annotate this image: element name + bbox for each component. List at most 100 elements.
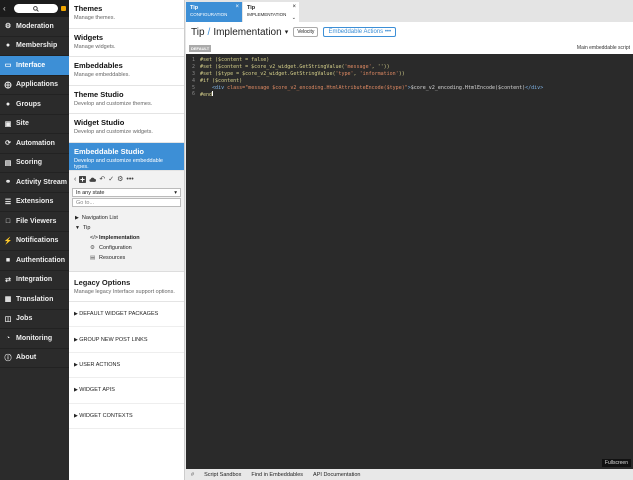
nav-item-interface[interactable]: ▭ Interface xyxy=(0,56,69,76)
line-number: 5 xyxy=(191,84,195,91)
breadcrumb-tip[interactable]: Tip xyxy=(191,27,205,38)
menu-item-title: Widgets xyxy=(74,32,104,42)
nav-item-label: Applications xyxy=(16,81,59,89)
chevron-down-icon: ▾ xyxy=(174,189,177,196)
tree-item-resources[interactable]: ▤ Resources xyxy=(72,253,181,263)
tab-tip-configuration[interactable]: Tip CONFIGURATION × xyxy=(186,2,242,22)
nav-item-label: File Viewers xyxy=(16,217,57,225)
section-label: WIDGET APIS xyxy=(79,387,115,394)
code-line: 3 #set ($type = $core_v2_widget.GetStrin… xyxy=(186,71,633,78)
section-group-new-post-links[interactable]: ▶ GROUP NEW POST LINKS xyxy=(69,327,184,353)
check-icon[interactable]: ✓ xyxy=(108,175,114,183)
code-token: 'type' xyxy=(335,70,354,77)
api-documentation-tab[interactable]: API Documentation xyxy=(308,469,365,480)
nav-item-notifications[interactable]: ⚡ Notifications xyxy=(0,232,69,251)
automation-icon: ⟳ xyxy=(5,140,11,148)
code-line: 2 #set ($content = $core_v2_widget.GetSt… xyxy=(186,64,633,71)
nav-item-jobs[interactable]: ◫ Jobs xyxy=(0,310,69,329)
section-widget-apis[interactable]: ▶ WIDGET APIS xyxy=(69,378,184,404)
settings-gear-icon[interactable]: ⚙ xyxy=(117,175,123,183)
section-widget-contexts[interactable]: ▶ WIDGET CONTEXTS xyxy=(69,404,184,429)
script-sandbox-tab[interactable]: Script Sandbox xyxy=(199,469,246,480)
nav-item-automation[interactable]: ⟳ Automation xyxy=(0,134,69,154)
legacy-options[interactable]: Legacy Options Manage legacy Interface s… xyxy=(69,272,184,302)
menu-item-desc: Manage widgets. xyxy=(74,43,116,50)
menu-item-theme-studio[interactable]: Theme Studio Develop and customize themes… xyxy=(69,86,184,114)
chevron-down-icon[interactable]: ⌄ xyxy=(292,15,296,21)
code-line: 6 #end xyxy=(186,90,633,98)
interface-panel: Themes Manage themes. Widgets Manage widget… xyxy=(69,0,185,480)
nav-item-integration[interactable]: ⇄ Integration xyxy=(0,271,69,290)
nav-item-groups[interactable]: ● Groups xyxy=(0,95,69,115)
notification-badge[interactable] xyxy=(61,6,66,11)
nav-item-authentication[interactable]: ■ Authentication xyxy=(0,251,69,271)
menu-item-embeddable-studio[interactable]: Embeddable Studio Develop and customize e… xyxy=(69,142,184,171)
tree-item-tip[interactable]: ▼ Tip xyxy=(72,223,181,233)
tab-tip-implementation[interactable]: Tip IMPLEMENTATION × ⌄ xyxy=(243,2,299,22)
tab-title: Tip xyxy=(190,5,199,11)
language-button[interactable]: Velocity xyxy=(293,27,319,37)
site-icon: ▣ xyxy=(4,120,12,128)
menu-item-themes[interactable]: Themes Manage themes. xyxy=(69,0,184,29)
legacy-sections: ▶ DEFAULT WIDGET PACKAGES ▶ GROUP NEW POS… xyxy=(69,302,184,429)
admin-nav: ‹ ⚙ Moderation ● Membership ▭ Interface ⨁ Appli… xyxy=(0,0,69,480)
menu-item-embeddables[interactable]: Embeddables Manage embeddables. xyxy=(69,57,184,86)
nav-item-extensions[interactable]: ☰ Extensions xyxy=(0,193,69,212)
caret-right-icon: ▶ xyxy=(75,215,79,221)
code-editor[interactable]: 1 #set ($content = false) 2 #set ($conte… xyxy=(186,54,633,460)
nav-item-activity-stream[interactable]: ⚭ Activity Stream xyxy=(0,173,69,193)
nav-item-scoring[interactable]: ▤ Scoring xyxy=(0,154,69,173)
tree-item-configuration[interactable]: ⚙ Configuration xyxy=(72,243,181,253)
nav-item-moderation[interactable]: ⚙ Moderation xyxy=(0,17,69,37)
code-token: "message $core_v2_encoding.HtmlAttribute… xyxy=(245,84,408,91)
add-icon[interactable] xyxy=(79,175,87,183)
code-line: 1 #set ($content = false) xyxy=(186,57,633,64)
menu-item-title: Embeddable Studio xyxy=(74,146,145,156)
code-line: 4 #if ($content) xyxy=(186,77,633,84)
close-icon[interactable]: × xyxy=(235,4,239,10)
nav-item-monitoring[interactable]: ◔ Monitoring xyxy=(0,329,69,349)
menu-item-widget-studio[interactable]: Widget Studio Develop and customize widge… xyxy=(69,114,184,143)
translation-icon: ▦ xyxy=(4,296,12,304)
menu-item-desc: Manage themes. xyxy=(74,15,115,21)
line-number: 3 xyxy=(191,70,195,77)
code-icon: </> xyxy=(90,235,98,241)
nav-item-file-viewers[interactable]: □ File Viewers xyxy=(0,212,69,232)
nav-item-applications[interactable]: ⨁ Applications xyxy=(0,76,69,95)
breadcrumb-implementation[interactable]: Implementation xyxy=(213,27,281,38)
section-label: WIDGET CONTEXTS xyxy=(79,412,133,419)
nav-item-label: Jobs xyxy=(16,315,33,323)
nav-item-membership[interactable]: ● Membership xyxy=(0,37,69,56)
bottom-hash[interactable]: # xyxy=(186,469,199,480)
nav-item-about[interactable]: ⓘ About xyxy=(0,349,69,368)
line-number: 6 xyxy=(191,91,195,98)
caret-down-icon: ▼ xyxy=(75,225,80,231)
back-icon[interactable]: ‹ xyxy=(74,176,76,183)
collapse-icon[interactable]: ‹ xyxy=(3,4,11,13)
search-button[interactable] xyxy=(14,4,58,13)
code-token: 'message' xyxy=(344,64,372,71)
chevron-down-icon[interactable]: ▾ xyxy=(285,28,289,36)
fullscreen-button[interactable]: Fullscreen xyxy=(601,459,631,467)
section-default-widget-packages[interactable]: ▶ DEFAULT WIDGET PACKAGES xyxy=(69,302,184,328)
code-token: #if ($content) xyxy=(200,77,243,84)
tree-item-navigation-list[interactable]: ▶ Navigation List xyxy=(72,213,181,223)
tree-item-implementation[interactable]: </> Implementation xyxy=(72,233,181,243)
embeddable-actions-button[interactable]: Embeddable Actions ••• xyxy=(323,27,397,37)
tree-label: Navigation List xyxy=(81,215,118,221)
tab-title: Tip xyxy=(247,5,256,11)
find-in-embeddables-tab[interactable]: Find in Embeddables xyxy=(246,469,308,480)
undo-icon[interactable]: ↶ xyxy=(99,175,105,183)
upload-cloud-icon[interactable] xyxy=(89,176,97,183)
goto-input[interactable]: Go to... xyxy=(72,198,181,207)
nav-item-site[interactable]: ▣ Site xyxy=(0,115,69,134)
nav-item-label: Moderation xyxy=(16,22,54,30)
state-select[interactable]: In any state ▾ xyxy=(72,188,181,197)
tree-label: Configuration xyxy=(99,245,132,251)
section-user-actions[interactable]: ▶ USER ACTIONS xyxy=(69,353,184,379)
close-icon[interactable]: × xyxy=(292,4,296,10)
nav-item-label: Membership xyxy=(16,42,58,50)
nav-item-translation[interactable]: ▦ Translation xyxy=(0,290,69,310)
menu-item-widgets[interactable]: Widgets Manage widgets. xyxy=(69,29,184,57)
more-icon[interactable]: ••• xyxy=(126,176,133,183)
